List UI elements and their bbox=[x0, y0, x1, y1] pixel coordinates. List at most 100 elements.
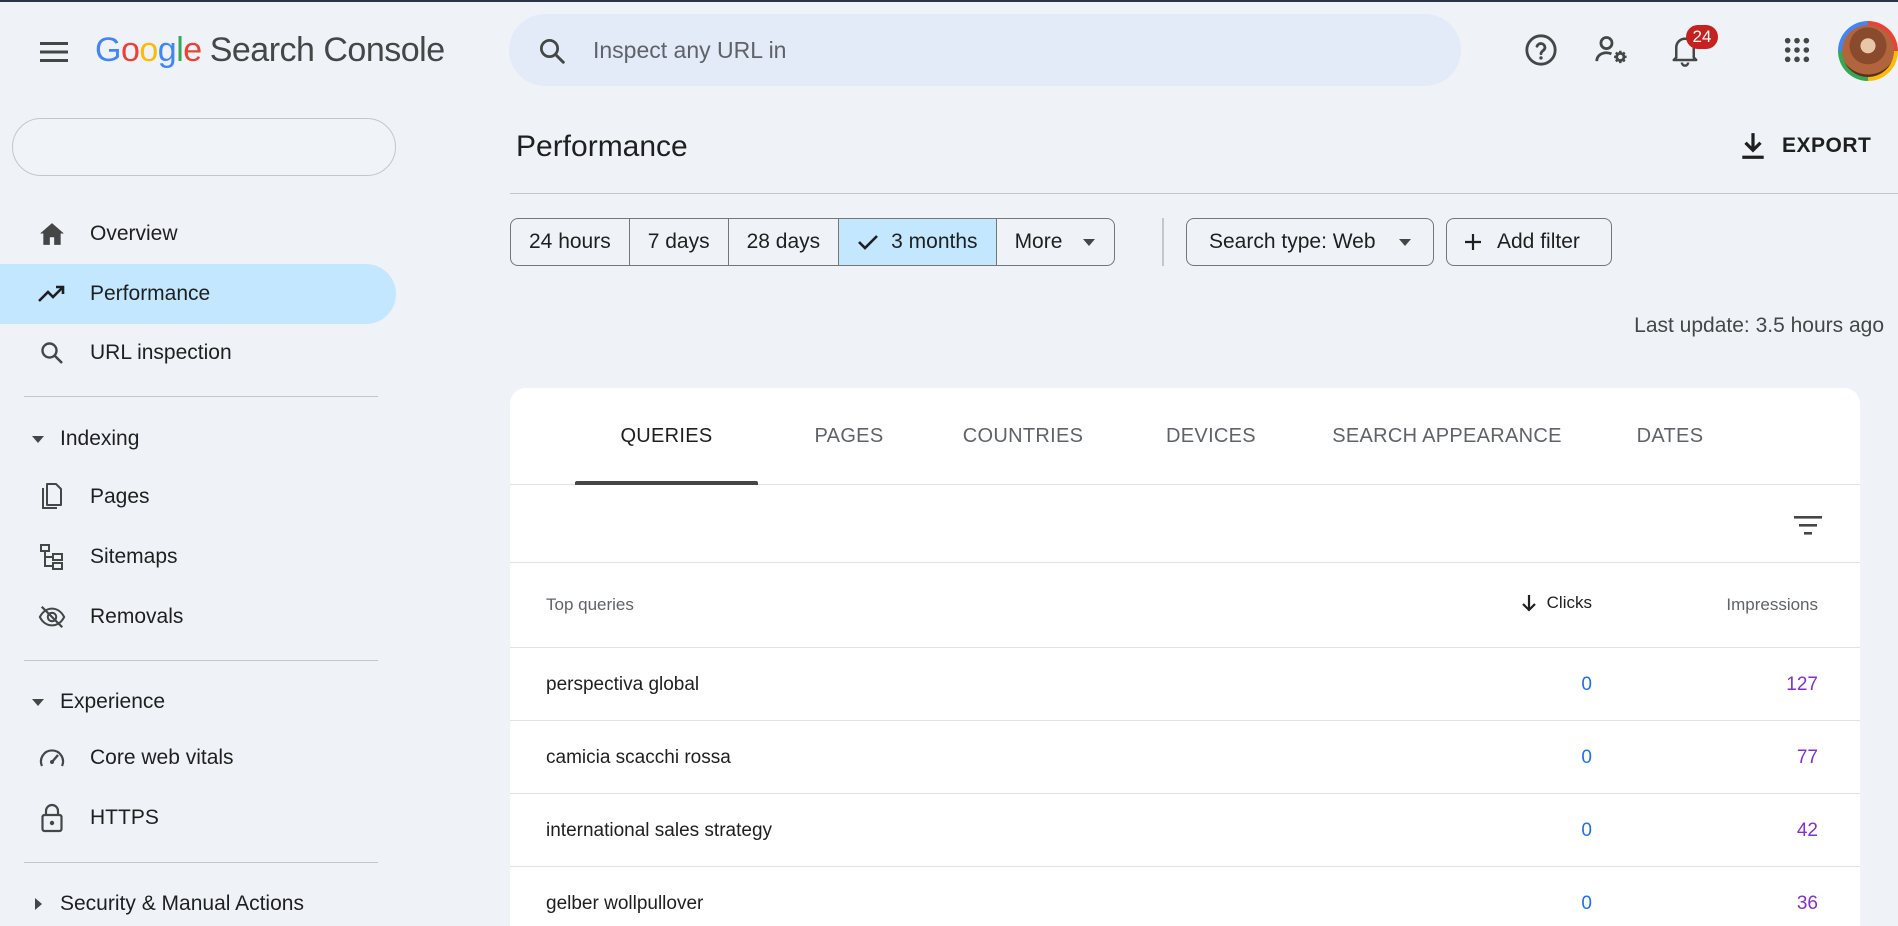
help-icon bbox=[1525, 34, 1557, 66]
add-filter-label: Add filter bbox=[1497, 230, 1580, 253]
date-range-label: 7 days bbox=[647, 230, 710, 253]
date-range-24h[interactable]: 24 hours bbox=[511, 219, 629, 265]
export-button[interactable]: EXPORT bbox=[1740, 126, 1880, 166]
tab-queries[interactable]: QUERIES bbox=[575, 388, 758, 485]
clicks-cell: 0 bbox=[1581, 674, 1592, 695]
query-cell: camicia scacchi rossa bbox=[546, 747, 731, 768]
caret-down-icon bbox=[32, 699, 44, 706]
sidebar-item-label: Performance bbox=[90, 282, 211, 305]
query-cell: gelber wollpullover bbox=[546, 893, 704, 914]
sidebar-divider bbox=[24, 660, 378, 661]
sidebar: Overview Performance URL inspection Inde… bbox=[0, 98, 400, 926]
pages-icon bbox=[38, 483, 66, 511]
logo-letter: G bbox=[95, 31, 121, 69]
caret-down-icon bbox=[1398, 239, 1411, 246]
sidebar-item-core-web-vitals[interactable]: Core web vitals bbox=[0, 728, 396, 788]
table-row[interactable]: camicia scacchi rossa 0 77 bbox=[510, 721, 1860, 794]
table-row[interactable]: gelber wollpullover 0 36 bbox=[510, 867, 1860, 926]
filter-separator bbox=[1162, 218, 1164, 266]
clicks-cell: 0 bbox=[1581, 820, 1592, 841]
date-range-label: 3 months bbox=[891, 230, 978, 253]
sidebar-item-label: URL inspection bbox=[90, 341, 232, 364]
trending-up-icon bbox=[38, 280, 66, 308]
table-header: Top queries Clicks Impressions bbox=[510, 563, 1860, 648]
sitemap-icon bbox=[38, 543, 66, 571]
logo-letter: o bbox=[120, 31, 140, 69]
add-filter-button[interactable]: Add filter bbox=[1446, 218, 1612, 266]
search-icon bbox=[38, 339, 66, 367]
sidebar-item-https[interactable]: HTTPS bbox=[0, 788, 396, 848]
sidebar-item-label: HTTPS bbox=[90, 806, 159, 829]
column-header-label: Clicks bbox=[1546, 593, 1592, 612]
manage-users-button[interactable] bbox=[1590, 28, 1634, 72]
logo-letter: e bbox=[183, 31, 202, 69]
tab-dates[interactable]: DATES bbox=[1622, 388, 1718, 485]
download-icon bbox=[1742, 133, 1764, 159]
impressions-cell: 36 bbox=[1796, 893, 1818, 914]
search-type-dropdown[interactable]: Search type: Web bbox=[1186, 218, 1434, 266]
date-range-more-dropdown[interactable]: More bbox=[995, 219, 1115, 265]
caret-down-icon bbox=[32, 436, 44, 443]
sidebar-item-label: Pages bbox=[90, 485, 150, 508]
account-avatar[interactable] bbox=[1838, 21, 1898, 81]
section-header-experience[interactable]: Experience bbox=[0, 677, 396, 727]
dimension-tabs: QUERIES PAGES COUNTRIES DEVICES SEARCH A… bbox=[510, 388, 1860, 485]
sidebar-divider bbox=[24, 396, 378, 397]
date-range-selector: 24 hours 7 days 28 days 3 months More bbox=[510, 218, 1116, 266]
sidebar-item-label: Sitemaps bbox=[90, 545, 178, 568]
caret-down-icon bbox=[1083, 239, 1096, 246]
sidebar-item-performance[interactable]: Performance bbox=[0, 264, 396, 324]
section-label: Experience bbox=[60, 690, 166, 713]
date-range-7d[interactable]: 7 days bbox=[628, 219, 728, 265]
tab-search-appearance[interactable]: SEARCH APPEARANCE bbox=[1330, 388, 1564, 485]
date-range-3m[interactable]: 3 months bbox=[838, 219, 996, 265]
column-header-clicks[interactable]: Clicks bbox=[1521, 593, 1592, 613]
sidebar-item-overview[interactable]: Overview bbox=[0, 204, 396, 264]
table-row[interactable]: international sales strategy 0 42 bbox=[510, 794, 1860, 867]
sidebar-item-sitemaps[interactable]: Sitemaps bbox=[0, 527, 396, 587]
table-toolbar bbox=[510, 485, 1860, 563]
section-label: Security & Manual Actions bbox=[60, 892, 304, 915]
caret-right-icon bbox=[35, 898, 42, 910]
url-inspect-input[interactable] bbox=[593, 32, 1413, 68]
search-console-logo[interactable]: Google Search Console bbox=[95, 31, 445, 70]
sidebar-item-url-inspection[interactable]: URL inspection bbox=[0, 323, 396, 383]
search-icon bbox=[540, 39, 565, 64]
date-range-28d[interactable]: 28 days bbox=[727, 219, 839, 265]
section-header-security[interactable]: Security & Manual Actions bbox=[0, 879, 396, 926]
sidebar-item-label: Removals bbox=[90, 605, 184, 628]
section-label: Indexing bbox=[60, 427, 140, 450]
notifications-button[interactable]: 24 bbox=[1663, 25, 1718, 72]
column-header-impressions[interactable]: Impressions bbox=[1726, 595, 1818, 615]
main-menu-button[interactable] bbox=[34, 32, 74, 72]
impressions-cell: 42 bbox=[1796, 820, 1818, 841]
tab-pages[interactable]: PAGES bbox=[778, 388, 920, 485]
section-header-indexing[interactable]: Indexing bbox=[0, 414, 396, 464]
hamburger-menu-icon bbox=[40, 42, 68, 62]
clicks-cell: 0 bbox=[1581, 893, 1592, 914]
sidebar-item-pages[interactable]: Pages bbox=[0, 467, 396, 527]
tab-countries[interactable]: COUNTRIES bbox=[950, 388, 1096, 485]
apps-grid-icon bbox=[1784, 37, 1810, 63]
google-apps-button[interactable] bbox=[1775, 28, 1819, 72]
last-update-text: Last update: 3.5 hours ago bbox=[1634, 314, 1884, 337]
logo-letter: g bbox=[157, 31, 177, 69]
table-row[interactable]: perspectiva global 0 127 bbox=[510, 648, 1860, 721]
column-header-query: Top queries bbox=[546, 595, 634, 614]
home-icon bbox=[38, 220, 66, 248]
notification-count-badge: 24 bbox=[1686, 25, 1718, 49]
help-button[interactable] bbox=[1519, 28, 1563, 72]
report-table-card: QUERIES PAGES COUNTRIES DEVICES SEARCH A… bbox=[510, 388, 1860, 926]
page-title: Performance bbox=[516, 130, 688, 163]
filter-list-icon bbox=[1794, 516, 1822, 535]
url-inspect-search-bar[interactable] bbox=[509, 14, 1461, 86]
property-selector[interactable] bbox=[12, 118, 396, 176]
filter-rows-button[interactable] bbox=[1790, 507, 1826, 543]
tab-devices[interactable]: DEVICES bbox=[1148, 388, 1274, 485]
impressions-cell: 77 bbox=[1796, 747, 1818, 768]
top-app-bar: GoogleSearch Console 24 bbox=[0, 2, 1898, 98]
sidebar-item-removals[interactable]: Removals bbox=[0, 587, 396, 647]
speedometer-icon bbox=[38, 744, 66, 772]
export-label: EXPORT bbox=[1782, 134, 1872, 157]
query-cell: perspectiva global bbox=[546, 674, 700, 695]
